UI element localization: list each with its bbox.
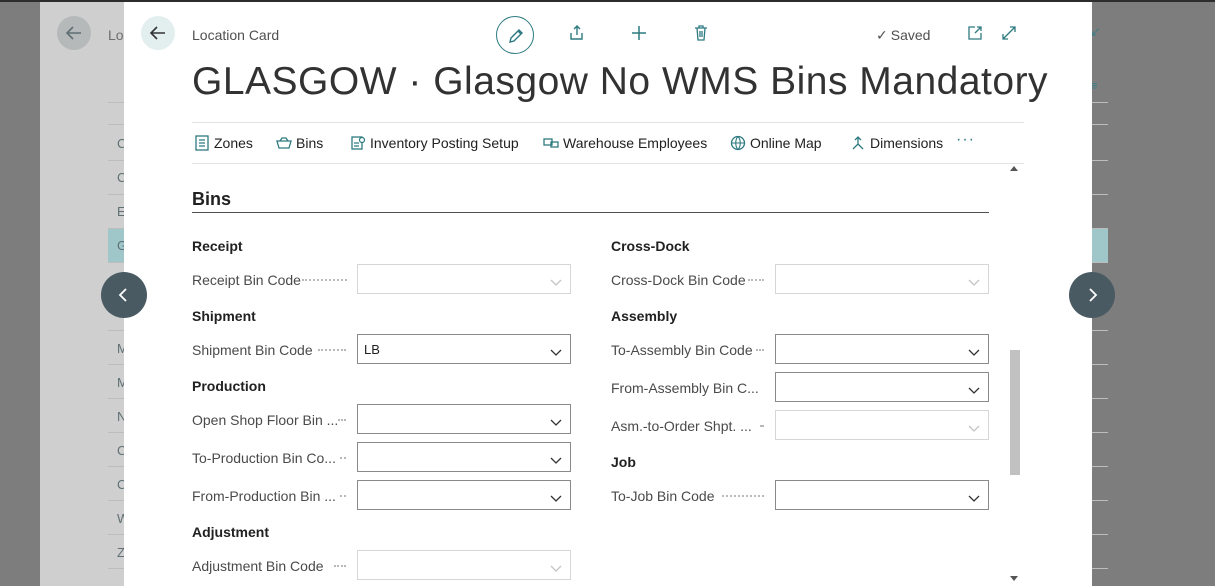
chevron-down-icon [550,452,562,470]
action-online-map-label: Online Map [750,135,822,151]
shipment-bin-code-value: LB [364,342,380,357]
to-production-bin-code-label: To-Production Bin Co... [192,450,336,466]
chevron-down-icon [968,382,980,400]
from-assembly-bin-code-select[interactable] [775,372,989,402]
to-assembly-bin-code-select[interactable] [775,334,989,364]
chevron-down-icon [968,344,980,362]
shipment-bin-code-select[interactable]: LB [357,334,571,364]
bins-fasttab: Bins Receipt Receipt Bin Code Shipment S… [124,164,1092,586]
previous-record-button[interactable] [101,272,147,318]
asm-to-order-shpt-bin-code-select[interactable] [775,410,989,440]
action-zones[interactable]: Zones [194,135,253,151]
section-title-bins[interactable]: Bins [192,189,231,210]
chevron-down-icon [968,420,980,438]
open-shop-floor-bin-label: Open Shop Floor Bin ... [192,412,339,428]
page-title: GLASGOW · Glasgow No WMS Bins Mandatory [192,60,1049,103]
field-dots [756,349,764,351]
breadcrumb: Location Card [192,27,280,43]
background-title: Lo [108,27,124,43]
cross-dock-bin-code-select[interactable] [775,264,989,294]
share-button[interactable] [562,18,592,48]
new-button[interactable] [624,18,654,48]
chevron-down-icon [550,560,562,578]
group-receipt: Receipt [192,238,243,254]
section-divider [192,212,989,213]
field-dots [302,279,347,281]
group-shipment: Shipment [192,308,256,324]
saved-label: Saved [890,27,931,43]
field-dots [318,349,346,351]
action-online-map[interactable]: Online Map [730,135,822,151]
open-in-new-window-button[interactable] [960,18,990,48]
receipt-bin-code-label: Receipt Bin Code [192,272,301,288]
field-dots [338,419,346,421]
field-dots [748,279,764,281]
edit-button[interactable] [496,16,534,54]
to-job-bin-code-label: To-Job Bin Code [611,488,715,504]
scroll-down-arrow-icon[interactable] [1010,576,1018,581]
scroll-up-arrow-icon[interactable] [1010,166,1018,171]
bins-icon [276,135,292,151]
from-assembly-bin-code-label: From-Assembly Bin C... [611,380,759,396]
to-assembly-bin-code-label: To-Assembly Bin Code [611,342,753,358]
open-shop-floor-bin-select[interactable] [357,404,571,434]
zones-icon [194,135,210,151]
chevron-down-icon [968,490,980,508]
from-production-bin-select[interactable] [357,480,571,510]
group-cross-dock: Cross-Dock [611,238,690,254]
group-production: Production [192,378,266,394]
check-icon: ✓ [876,27,888,43]
action-bins-label: Bins [296,135,324,151]
background-back-icon [57,16,91,50]
action-dimensions[interactable]: Dimensions [850,135,943,151]
group-assembly: Assembly [611,308,678,324]
vertical-scrollbar[interactable] [1008,164,1022,586]
action-inventory-posting-setup-label: Inventory Posting Setup [370,135,519,151]
field-dots [722,495,764,497]
more-actions-button[interactable]: ··· [956,131,975,149]
shipment-bin-code-label: Shipment Bin Code [192,342,313,358]
delete-button[interactable] [686,18,716,48]
action-bins[interactable]: Bins [276,135,323,151]
group-job: Job [611,454,636,470]
action-warehouse-employees-label: Warehouse Employees [563,135,708,151]
action-warehouse-employees[interactable]: Warehouse Employees [543,135,707,151]
asm-to-order-shpt-bin-code-label: Asm.-to-Order Shpt. ... [611,418,752,434]
receipt-bin-code-select[interactable] [357,264,571,294]
field-dots [760,425,764,427]
to-production-bin-code-select[interactable] [357,442,571,472]
chevron-down-icon [550,274,562,292]
scroll-thumb[interactable] [1010,350,1020,475]
dimensions-icon [850,135,866,151]
field-dots [340,457,346,459]
group-adjustment: Adjustment [192,524,269,540]
back-button[interactable] [141,16,175,50]
from-production-bin-label: From-Production Bin ... [192,488,336,504]
action-zones-label: Zones [214,135,253,151]
setup-icon [350,135,366,151]
chevron-down-icon [968,274,980,292]
action-dimensions-label: Dimensions [870,135,944,151]
globe-icon [730,135,746,151]
field-dots [334,565,346,567]
location-card-dialog: Location Card ✓ Saved GLASGOW · Glasgow N… [124,2,1092,586]
expand-button[interactable] [994,18,1024,48]
action-inventory-posting-setup[interactable]: Inventory Posting Setup [350,135,519,151]
adjustment-bin-code-select[interactable] [357,550,571,580]
chevron-down-icon [550,414,562,432]
next-record-button[interactable] [1069,272,1115,318]
cross-dock-bin-code-label: Cross-Dock Bin Code [611,272,746,288]
saved-status: ✓ Saved [876,27,930,44]
to-job-bin-code-select[interactable] [775,480,989,510]
chevron-down-icon [550,490,562,508]
employees-icon [543,135,559,151]
adjustment-bin-code-label: Adjustment Bin Code [192,558,324,574]
field-dots [340,495,346,497]
action-bar: Zones Bins Inventory Posting Setup Wareh… [192,122,1024,164]
backdrop-left [0,2,40,586]
chevron-down-icon [550,344,562,362]
